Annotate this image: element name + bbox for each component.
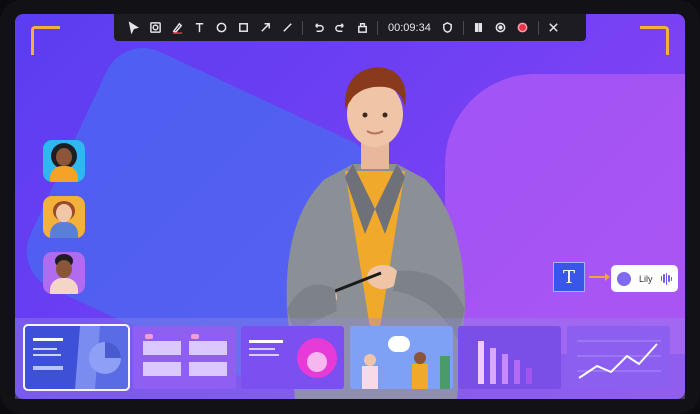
toolbar-divider [302,20,303,35]
slide-thumbnail-strip [15,318,685,399]
webcam-icon[interactable] [490,17,512,39]
toolbar-divider [537,20,539,35]
arrow-annotation [589,273,610,281]
undo-icon[interactable] [307,17,329,39]
close-icon[interactable] [543,17,565,39]
bg-shape-right [445,74,685,354]
slide-thumb-4[interactable] [350,326,453,389]
slide-thumb-5[interactable] [458,326,561,389]
app-frame: T Lily 00:09:34 [0,0,700,414]
speaker-tag[interactable]: Lily [611,265,678,292]
circle-icon[interactable] [210,17,232,39]
arrow-icon[interactable] [254,17,276,39]
screen-record-icon[interactable] [144,17,166,39]
pause-icon[interactable] [468,17,490,39]
participant-avatar-3[interactable] [43,252,85,294]
text-icon[interactable] [188,17,210,39]
redo-icon[interactable] [329,17,351,39]
speaker-name: Lily [639,273,653,284]
slide-thumb-3[interactable] [241,326,344,389]
slide-thumb-1[interactable] [23,324,130,391]
recording-toolbar: 00:09:34 [114,14,586,41]
slide-thumb-6[interactable] [567,326,670,389]
rectangle-icon[interactable] [232,17,254,39]
pen-icon[interactable] [166,17,188,39]
audio-wave-icon [660,272,673,285]
participant-avatars [43,140,85,308]
participant-avatar-2[interactable] [43,196,85,238]
toolbar-divider [462,20,464,35]
participant-avatar-1[interactable] [43,140,85,182]
shield-icon[interactable] [437,17,459,39]
recording-timer: 00:09:34 [388,21,431,34]
clear-icon[interactable] [351,17,373,39]
line-icon[interactable] [276,17,298,39]
record-stop-icon[interactable] [512,17,534,39]
toolbar-divider [377,20,378,35]
slide-thumb-2[interactable] [133,326,236,389]
text-tool-icon[interactable]: T [553,262,585,292]
frame-corner-top-left [31,26,60,55]
cursor-icon[interactable] [122,17,144,39]
speaker-avatar-icon [617,271,631,286]
frame-corner-top-right [640,26,669,55]
